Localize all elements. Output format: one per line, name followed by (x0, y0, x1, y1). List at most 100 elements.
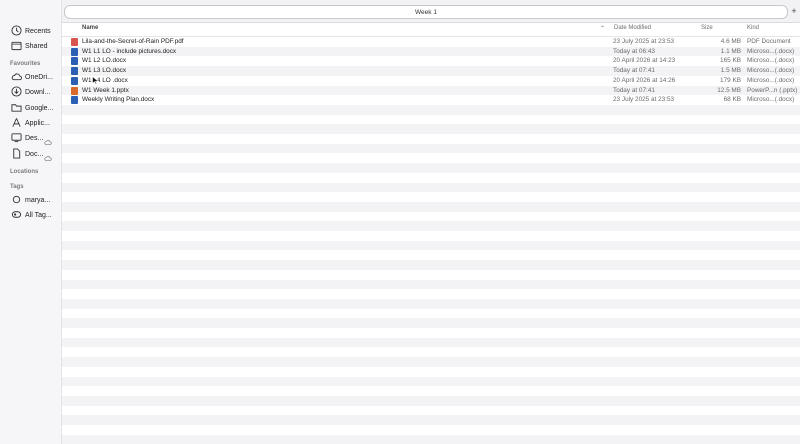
sort-chevron-icon[interactable]: ⌃ (600, 25, 605, 32)
column-name[interactable]: Name (82, 25, 98, 31)
sidebar-item-google-drive[interactable]: Google... (0, 101, 61, 115)
sidebar-item-documents[interactable]: Doc... (0, 147, 61, 161)
docx-file-icon (71, 57, 78, 66)
tab-label: Week 1 (415, 8, 437, 16)
pdf-file-icon (71, 38, 78, 46)
table-row[interactable]: Weekly Writing Plan.docx 23 July 2025 at … (62, 95, 800, 105)
empty-row-stripe (62, 240, 800, 251)
table-row[interactable]: Lila-and-the-Secret-of-Rain PDF.pdf 23 Ju… (62, 37, 800, 47)
empty-row-stripe (62, 337, 800, 348)
sidebar-item-label: All Tag... (25, 211, 52, 219)
file-date: 23 July 2025 at 23:53 (613, 96, 675, 104)
cloud-icon (10, 70, 22, 82)
empty-row-stripe (62, 201, 800, 212)
empty-row-stripe (62, 163, 800, 173)
file-date: 20 April 2026 at 14:26 (613, 76, 676, 84)
shared-folder-icon (10, 39, 22, 51)
all-tags-icon (10, 208, 22, 220)
column-kind[interactable]: Kind (747, 25, 759, 31)
sidebar-item-shared[interactable]: Shared (0, 39, 61, 53)
table-row[interactable]: W1 L2 LO.docx 20 April 2026 at 14:23 165 K… (62, 56, 800, 66)
empty-row-stripe (62, 395, 800, 406)
file-date: 23 July 2025 at 23:53 (613, 38, 675, 45)
file-size: 1.1 MB (720, 47, 741, 55)
empty-row-stripe (62, 260, 800, 270)
file-size: 12.5 MB (717, 86, 741, 94)
sidebar-item-label: OneDri... (25, 73, 54, 81)
file-browser: Week 1 + Name ⌃ Date Modified Size Kind … (62, 0, 800, 444)
sidebar-item-onedrive[interactable]: OneDri... (0, 70, 61, 84)
file-kind: Microso...(.docx) (747, 76, 795, 84)
empty-row-stripe (62, 182, 800, 193)
sidebar-item-all-tags[interactable]: All Tag... (0, 208, 61, 222)
document-icon (10, 147, 22, 159)
file-size: 1.5 MB (720, 67, 741, 75)
file-name: W1 L3 LO.docx (82, 67, 127, 75)
empty-row-stripe (62, 357, 800, 367)
sidebar-item-desktop[interactable]: Des... (0, 131, 61, 145)
table-row[interactable]: W1 L1 LO - include pictures.docx Today at… (62, 46, 800, 57)
download-icon (10, 85, 22, 97)
tag-circle-icon (10, 193, 22, 205)
file-name: W1 L1 LO - include pictures.docx (82, 47, 177, 55)
icloud-icon (44, 149, 52, 161)
empty-row-stripe (62, 221, 800, 231)
file-size: 179 KB (720, 76, 741, 84)
sidebar-item-label: Des... (25, 134, 44, 142)
sidebar-item-tag[interactable]: marya... (0, 193, 61, 207)
column-date-modified[interactable]: Date Modified (614, 25, 651, 31)
file-name: W1 L2 LO.docx (82, 57, 127, 65)
empty-row-stripe (62, 318, 800, 328)
empty-row-stripe (62, 298, 800, 309)
folder-icon (10, 101, 22, 113)
sidebar-item-downloads[interactable]: Downl... (0, 85, 61, 99)
file-kind: PDF Document (747, 38, 791, 45)
file-kind: PowerP...n (.pptx) (747, 86, 798, 94)
file-name: W1 Week 1.pptx (82, 86, 129, 94)
docx-file-icon (71, 76, 78, 85)
empty-row-stripe (62, 279, 800, 290)
file-date: Today at 07:41 (613, 86, 655, 94)
file-date: Today at 06:43 (613, 47, 655, 55)
desktop-icon (10, 131, 22, 143)
file-kind: Microso...(.docx) (747, 57, 795, 65)
sidebar-item-recents[interactable]: Recents (0, 24, 61, 38)
file-kind: Microso...(.docx) (747, 47, 795, 55)
docx-file-icon (71, 47, 78, 56)
file-name: Weekly Writing Plan.docx (82, 96, 155, 104)
sidebar-item-label: Downl... (25, 88, 51, 96)
file-size: 4.6 MB (720, 38, 741, 45)
file-date: 20 April 2026 at 14:23 (613, 57, 676, 65)
sidebar-heading-favourites: Favourites (10, 61, 41, 67)
docx-file-icon (71, 96, 78, 105)
pptx-file-icon (71, 86, 78, 95)
table-row[interactable]: W1 Week 1.pptx Today at 07:41 12.5 MB Power… (62, 85, 800, 96)
sidebar-item-label: Applic... (25, 119, 50, 127)
new-tab-button[interactable]: + (789, 5, 799, 17)
empty-row-stripe (62, 376, 800, 387)
clock-icon (10, 24, 22, 36)
empty-row-stripe (62, 434, 800, 444)
column-header: Name ⌃ Date Modified Size Kind (62, 22, 800, 37)
file-kind: Microso...(.docx) (747, 96, 795, 104)
sidebar-item-applications[interactable]: Applic... (0, 116, 61, 130)
table-row[interactable]: W1 L4 LO .docx 20 April 2026 at 14:26 179 … (62, 76, 800, 86)
sidebar-item-label: Doc... (25, 150, 44, 158)
file-name: Lila-and-the-Secret-of-Rain PDF.pdf (82, 38, 184, 45)
docx-file-icon (71, 67, 78, 76)
file-date: Today at 07:41 (613, 67, 655, 75)
file-size: 165 KB (720, 57, 741, 65)
empty-row-stripe (62, 143, 800, 154)
empty-row-stripe (62, 415, 800, 425)
sidebar: Recents Shared Favourites OneDri... Down… (0, 0, 62, 444)
sidebar-heading-tags: Tags (10, 184, 24, 190)
column-size[interactable]: Size (701, 25, 713, 31)
table-row[interactable]: W1 L3 LO.docx Today at 07:41 1.5 MB Microso… (62, 66, 800, 76)
tab-bar: Week 1 + (62, 0, 800, 23)
empty-row-stripe (62, 104, 800, 115)
sidebar-item-label: Recents (25, 27, 51, 35)
file-list: Lila-and-the-Secret-of-Rain PDF.pdf 23 Ju… (62, 37, 800, 444)
file-name: W1 L4 LO .docx (82, 76, 128, 84)
tab-week-1[interactable]: Week 1 (64, 5, 788, 19)
sidebar-heading-locations: Locations (10, 169, 39, 175)
